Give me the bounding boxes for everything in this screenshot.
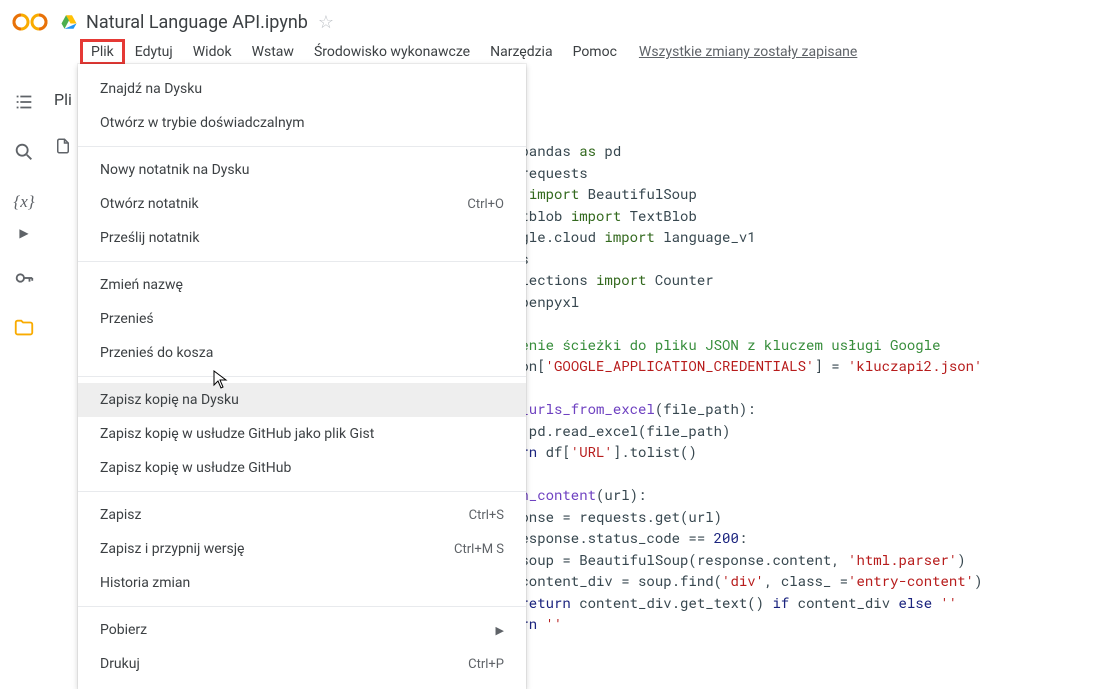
menu-item-label: Zapisz kopię w usłudze GitHub [100,460,291,476]
save-status[interactable]: Wszystkie zmiany zostały zapisane [639,44,857,60]
colab-logo [12,10,48,34]
menu-item[interactable]: Pobierz ▶ [78,613,526,647]
menu-item[interactable]: Zapisz kopię w usłudze GitHub [78,451,526,485]
files-panel-title: Pli [54,90,72,109]
cursor-icon [213,370,229,390]
menu-runtime[interactable]: Środowisko wykonawcze [304,40,480,64]
menu-tools[interactable]: Narzędzia [480,40,562,64]
menu-shortcut: Ctrl+P [468,657,504,672]
menu-item[interactable]: Drukuj Ctrl+P [78,647,526,681]
menu-item[interactable]: Znajdź na Dysku [78,72,526,106]
document-title[interactable]: Natural Language API.ipynb [86,12,308,33]
menu-divider [78,491,526,492]
toc-icon[interactable] [12,90,36,114]
menu-item[interactable]: Przenieś do kosza [78,336,526,370]
menu-item-label: Zapisz [100,507,141,523]
menu-item-label: Nowy notatnik na Dysku [100,162,249,178]
menu-edit[interactable]: Edytuj [125,40,183,64]
menu-item[interactable]: Prześlij notatnik [78,221,526,255]
left-rail: {x} ▶ [0,70,48,660]
menu-item-label: Zapisz kopię na Dysku [100,392,239,408]
file-menu-dropdown: Znajdź na Dysku Otwórz w trybie doświadcz… [78,64,526,689]
header: Natural Language API.ipynb ☆ [0,0,1109,36]
menu-divider [78,146,526,147]
menu-item-label: Zapisz i przypnij wersję [100,541,244,557]
menu-item[interactable]: Otwórz w trybie doświadczalnym [78,106,526,140]
menu-item[interactable]: Nowy notatnik na Dysku [78,153,526,187]
variables-icon[interactable]: {x} [12,190,36,214]
file-item-icon[interactable] [54,137,72,159]
menu-item-label: Drukuj [100,656,140,672]
star-icon[interactable]: ☆ [318,12,334,33]
menu-item-label: Przenieś do kosza [100,345,213,361]
menu-help[interactable]: Pomoc [563,40,627,64]
menu-item-label: Znajdź na Dysku [100,81,202,97]
menu-item-label: Historia zmian [100,575,190,591]
chevron-right-icon[interactable]: ▶ [19,226,28,240]
main-area: Znajdź na Dysku Otwórz w trybie doświadcz… [72,70,1109,660]
menu-item[interactable]: Zapisz Ctrl+S [78,498,526,532]
files-panel: Pli [48,70,72,660]
menu-divider [78,261,526,262]
menu-item[interactable]: Zapisz kopię na Dysku [78,383,526,417]
menu-shortcut: Ctrl+M S [454,542,504,557]
menu-shortcut: Ctrl+O [467,197,504,212]
menu-shortcut: Ctrl+S [469,508,504,523]
menu-item-label: Przenieś [100,311,154,327]
menu-item-label: Pobierz [100,622,147,638]
search-icon[interactable] [12,140,36,164]
menu-item-label: Otwórz notatnik [100,196,199,212]
menu-item-label: Zapisz kopię w usłudze GitHub jako plik … [100,426,374,442]
menu-item[interactable]: Historia zmian [78,566,526,600]
menu-item[interactable]: Zmień nazwę [78,268,526,302]
menu-file[interactable]: Plik [80,39,125,65]
submenu-arrow-icon: ▶ [496,624,504,637]
menu-divider [78,606,526,607]
menu-item-label: Prześlij notatnik [100,230,199,246]
files-icon[interactable] [12,316,36,340]
menu-insert[interactable]: Wstaw [242,40,304,64]
drive-icon [60,13,78,31]
menu-item-label: Zmień nazwę [100,277,183,293]
code-cell[interactable]: pandas as pd requests4 import BeautifulS… [512,140,1109,660]
body-area: {x} ▶ Pli Znajdź na Dysku Otwórz w trybie… [0,70,1109,660]
menu-item[interactable]: Przenieś [78,302,526,336]
menu-view[interactable]: Widok [183,40,242,64]
secrets-icon[interactable] [12,266,36,290]
menu-item[interactable]: Zapisz kopię w usłudze GitHub jako plik … [78,417,526,451]
menu-item[interactable]: Zapisz i przypnij wersję Ctrl+M S [78,532,526,566]
menu-item-label: Otwórz w trybie doświadczalnym [100,115,305,131]
menu-item[interactable]: Otwórz notatnik Ctrl+O [78,187,526,221]
menu-divider [78,376,526,377]
